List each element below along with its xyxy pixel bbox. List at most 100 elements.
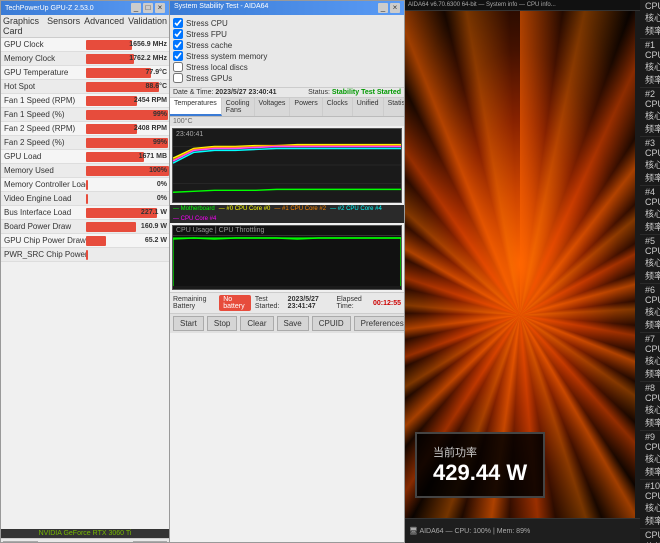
maximize-btn[interactable]: □: [143, 3, 153, 13]
metric-bar: [86, 180, 88, 190]
sensor-row: #9 CPU 核心频率 3292 MHz: [640, 431, 660, 480]
cpu-graph-label: CPU Usage | CPU Throttling: [173, 226, 401, 236]
power-overlay: 当前功率 429.44 W: [415, 432, 545, 498]
tab-clocks[interactable]: Clocks: [323, 98, 353, 116]
test-buttons: StartStopClear SaveCPUIDPreferences: [170, 313, 404, 333]
metric-bar-container: 160.9 W: [86, 220, 169, 233]
metric-value: 1762.2 MHz: [129, 55, 167, 62]
menu-validation[interactable]: Validation: [128, 16, 167, 36]
minimize-btn[interactable]: _: [131, 3, 141, 13]
metric-label: Bus Interface Load: [1, 208, 86, 217]
stress-checkbox[interactable]: [173, 40, 183, 50]
test-start-label: Test Started:: [255, 296, 284, 310]
metric-label: Fan 1 Speed (%): [1, 110, 86, 119]
metric-bar: [86, 236, 106, 246]
metric-value: 65.2 W: [145, 237, 167, 244]
metric-label: Memory Used: [1, 166, 86, 175]
close-btn-gpuz[interactable]: ×: [155, 3, 165, 13]
stress-checkbox[interactable]: [173, 29, 183, 39]
tab-powers[interactable]: Powers: [290, 98, 322, 116]
test-btn-clear[interactable]: Clear: [240, 316, 273, 331]
legend-item: — #0 CPU Core #0: [219, 206, 271, 212]
metric-value: 99%: [153, 139, 167, 146]
metric-label: Video Engine Load: [1, 194, 86, 203]
metric-value: 227.1 W: [141, 209, 167, 216]
stress-checkbox[interactable]: [173, 51, 183, 61]
tab-voltages[interactable]: Voltages: [255, 98, 291, 116]
stability-title: System Stability Test - AIDA64: [174, 3, 268, 13]
tab-statistics[interactable]: Statistics: [384, 98, 405, 116]
menu-graphics[interactable]: Graphics Card: [3, 16, 43, 36]
sensor-row: #4 CPU 核心频率 4090 MHz: [640, 186, 660, 235]
datetime-row: Date & Time: 2023/5/27 23:40:41 Status: …: [170, 88, 404, 98]
sensor-row: #6 CPU 核心频率 4090 MHz: [640, 284, 660, 333]
gpuz-panel: TechPowerUp GPU-Z 2.53.0 _ □ × Graphics …: [0, 0, 170, 543]
legend-item: — #1 CPU Core #2: [274, 206, 326, 212]
battery-badge: No battery: [219, 295, 251, 311]
sensor-label: CPU 核心频率: [645, 1, 660, 37]
test-btn-preferences[interactable]: Preferences: [354, 316, 405, 331]
metric-bar: [86, 250, 88, 260]
sensor-label: #6 CPU 核心频率: [645, 285, 660, 331]
stability-window-controls[interactable]: _ ×: [378, 3, 400, 13]
stability-panel: System Stability Test - AIDA64 _ × Stres…: [170, 0, 405, 543]
metric-label: PWR_SRC Chip Power Draw: [1, 250, 86, 259]
metric-value: 0%: [157, 195, 167, 202]
test-btn-save[interactable]: Save: [277, 316, 309, 331]
menu-advanced[interactable]: Advanced: [84, 16, 124, 36]
battery-row: Remaining Battery No battery Test Starte…: [170, 292, 404, 313]
sensor-row: CPU 倍频 41x: [640, 529, 660, 543]
tab-unified[interactable]: Unified: [353, 98, 384, 116]
stress-checkbox[interactable]: [173, 62, 183, 72]
sensor-row: #7 CPU 核心频率 3292 MHz: [640, 333, 660, 382]
test-btn-stop[interactable]: Stop: [207, 316, 237, 331]
status-label: Status: Stability Test Started: [308, 89, 401, 96]
menu-sensors[interactable]: Sensors: [47, 16, 80, 36]
stress-label: Stress FPU: [186, 30, 227, 39]
window-controls[interactable]: _ □ ×: [131, 3, 165, 13]
menu-bar: Graphics Card Sensors Advanced Validatio…: [1, 15, 169, 38]
stab-close[interactable]: ×: [390, 3, 400, 13]
stress-checkbox[interactable]: [173, 73, 183, 83]
sensor-label: CPU 倍频: [645, 530, 660, 543]
aida-info-bar: AIDA64 v6.70.6300 64-bit — System info —…: [405, 0, 640, 11]
metric-value: 1656.9 MHz: [129, 41, 167, 48]
metric-row: Fan 1 Speed (RPM) 2454 RPM: [1, 94, 169, 108]
metric-label: Board Power Draw: [1, 222, 86, 231]
sensor-row: #5 CPU 核心频率 4090 MHz: [640, 235, 660, 284]
metric-bar-container: 2408 RPM: [86, 122, 169, 135]
sensor-row: #10 CPU 核心频率 3292 MHz: [640, 480, 660, 529]
stress-option-row: Stress system memory: [173, 51, 401, 61]
metric-row: GPU Clock 1656.9 MHz: [1, 38, 169, 52]
right-sensor-panel: CPU 核心频率 4090 MHz #1 CPU 核心频率 4090 MHz #…: [640, 0, 660, 543]
gpuz-title: TechPowerUp GPU-Z 2.53.0: [5, 5, 94, 12]
stress-option-row: Stress local discs: [173, 62, 401, 72]
legend-item: — CPU Core #4: [173, 216, 216, 222]
metric-row: Memory Clock 1762.2 MHz: [1, 52, 169, 66]
metric-label: GPU Clock: [1, 40, 86, 49]
cpu-usage-graph: CPU Usage | CPU Throttling: [172, 225, 402, 290]
sensor-label: #10 CPU 核心频率: [645, 481, 660, 527]
stress-label: Stress local discs: [186, 63, 248, 72]
metric-bar: [86, 68, 151, 78]
taskbar-info: 🖥 AIDA64 — CPU: 100% | Mem: 89%: [409, 527, 530, 535]
temp-scale: 100°C: [170, 117, 404, 126]
tab-temperatures[interactable]: Temperatures: [170, 98, 222, 116]
test-btn-start[interactable]: Start: [173, 316, 204, 331]
stress-option-row: Stress GPUs: [173, 73, 401, 83]
stress-option-row: Stress cache: [173, 40, 401, 50]
sensor-row: #3 CPU 核心频率 4090 MHz: [640, 137, 660, 186]
tab-cooling-fans[interactable]: Cooling Fans: [222, 98, 255, 116]
metric-bar: [86, 40, 132, 50]
metric-bar-container: 0%: [86, 192, 169, 205]
metric-row: Fan 1 Speed (%) 99%: [1, 108, 169, 122]
metric-label: Fan 2 Speed (RPM): [1, 124, 86, 133]
stress-checkbox[interactable]: [173, 18, 183, 28]
test-btn-cpuid[interactable]: CPUID: [312, 316, 351, 331]
date-label: Date & Time: 2023/5/27 23:40:41: [173, 89, 277, 96]
stab-minimize[interactable]: _: [378, 3, 388, 13]
stress-label: Stress cache: [186, 41, 232, 50]
image-area: AIDA64 v6.70.6300 64-bit — System info —…: [405, 0, 640, 543]
metric-value: 99%: [153, 111, 167, 118]
tabs-row[interactable]: TemperaturesCooling FansVoltagesPowersCl…: [170, 98, 404, 117]
